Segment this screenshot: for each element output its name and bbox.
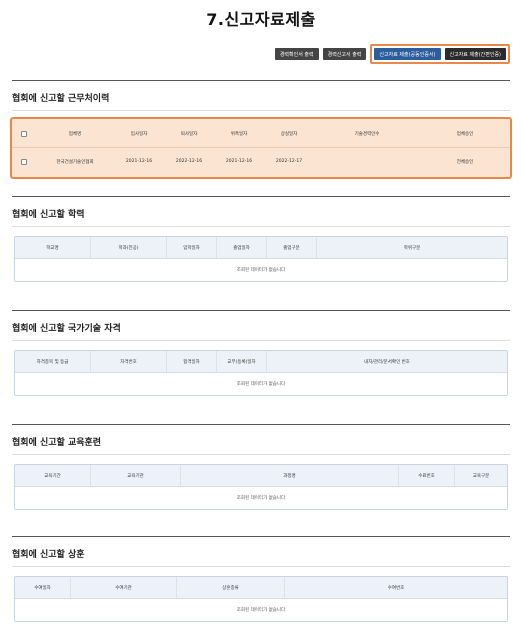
section-title: 협회에 신고할 상훈	[12, 550, 85, 560]
column-header: 교육기간	[15, 465, 91, 486]
appoint-date-cell: 2021-12-16	[225, 159, 253, 164]
column-header: 상훈종류	[177, 577, 285, 598]
column-header: 졸업구분	[267, 237, 317, 258]
column-header: 업체명	[68, 132, 82, 137]
column-header: 교육기관	[91, 465, 181, 486]
work-history-section: 협회에 신고할 근무처이력	[12, 80, 510, 111]
empty-message: 조회된 데이터가 없습니다	[15, 599, 507, 621]
row-select-cell	[12, 148, 36, 175]
empty-message: 조회된 데이터가 없습니다	[15, 373, 507, 395]
license-section: 협회에 신고할 국가기술 자격	[12, 310, 510, 341]
section-underline	[12, 226, 510, 227]
education-section: 협회에 신고할 학력	[12, 196, 510, 227]
section-underline	[12, 340, 510, 341]
select-all-cell	[12, 121, 36, 147]
leave-date-cell: 2022-12-16	[175, 159, 203, 164]
approval-cell: 전체승인	[456, 159, 474, 165]
career-print-button[interactable]: 경력확인서 출력	[274, 48, 319, 60]
company-cell: 한국건설기술인협회	[56, 159, 94, 165]
section-divider	[12, 80, 510, 81]
column-header: 입사일자	[130, 132, 148, 137]
submit-simple-button[interactable]: 신고자료 제출(간편인증)	[444, 48, 506, 60]
training-section: 협회에 신고할 교육훈련	[12, 424, 510, 455]
training-table: 교육기간 교육기관 과정명 수료번호 교육구분 조회된 데이터가 없습니다	[14, 464, 508, 510]
table-header: 교육기간 교육기관 과정명 수료번호 교육구분	[15, 465, 507, 487]
awards-section: 협회에 신고할 상훈	[12, 536, 510, 567]
section-title: 협회에 신고할 근무처이력	[12, 94, 110, 104]
row-checkbox[interactable]	[21, 158, 27, 165]
submit-cert-button[interactable]: 신고자료 제출(공동인증서)	[374, 48, 441, 60]
column-header: 내자/관리/문서확인 번호	[364, 359, 410, 365]
column-header: 교육구분	[472, 473, 490, 479]
page-title: 7.신고자료제출	[206, 10, 316, 29]
career-report-print-button[interactable]: 경력신고서 출력	[322, 48, 367, 60]
section-divider	[12, 196, 510, 197]
section-divider	[12, 310, 510, 311]
section-title: 협회에 신고할 교육훈련	[12, 438, 102, 448]
section-title: 협회에 신고할 국가기술 자격	[12, 324, 121, 334]
section-divider	[12, 536, 510, 537]
section-title: 협회에 신고할 학력	[12, 210, 85, 220]
column-header: 입학일자	[167, 237, 217, 258]
empty-message: 조회된 데이터가 없습니다	[15, 259, 507, 281]
column-header: 학과(전공)	[91, 237, 167, 258]
table-row[interactable]: 한국건설기술인협회 2021-12-16 2022-12-16 2021-12-…	[12, 148, 510, 175]
column-header: 자격번호	[91, 351, 167, 372]
column-header: 업체승인	[456, 132, 474, 137]
select-all-checkbox[interactable]	[21, 131, 27, 137]
table-header: 업체명 입사일자 퇴사일자 위촉일자 상실일자 기술경력인수 업체승인	[12, 121, 510, 148]
loss-date-cell: 2022-12-17	[275, 159, 303, 164]
column-header: 학위구분	[403, 245, 421, 251]
column-header: 자격종목 및 등급	[15, 351, 91, 372]
column-header: 합격일자	[167, 351, 217, 372]
career-cell	[314, 148, 420, 175]
column-header: 과정명	[181, 465, 399, 486]
work-history-table: 업체명 입사일자 퇴사일자 위촉일자 상실일자 기술경력인수 업체승인 한국건설…	[10, 117, 512, 179]
section-underline	[12, 110, 510, 111]
license-table: 자격종목 및 등급 자격번호 합격일자 교부(등록)일자 내자/관리/문서확인 …	[14, 350, 508, 396]
table-header: 학교명 학과(전공) 입학일자 졸업일자 졸업구분 학위구분	[15, 237, 507, 259]
column-header: 수여일자	[15, 577, 71, 598]
column-header: 퇴사일자	[180, 132, 198, 137]
column-header: 기술경력인수	[354, 132, 380, 137]
section-underline	[12, 566, 510, 567]
column-header: 졸업일자	[217, 237, 267, 258]
column-header: 수여번호	[387, 585, 405, 591]
submit-buttons-group: 신고자료 제출(공동인증서) 신고자료 제출(간편인증)	[370, 44, 510, 64]
empty-message: 조회된 데이터가 없습니다	[15, 487, 507, 509]
column-header: 수여기관	[71, 577, 177, 598]
table-header: 자격종목 및 등급 자격번호 합격일자 교부(등록)일자 내자/관리/문서확인 …	[15, 351, 507, 373]
education-table: 학교명 학과(전공) 입학일자 졸업일자 졸업구분 학위구분 조회된 데이터가 …	[14, 236, 508, 282]
awards-table: 수여일자 수여기관 상훈종류 수여번호 조회된 데이터가 없습니다	[14, 576, 508, 622]
column-header: 교부(등록)일자	[217, 351, 267, 372]
column-header: 학교명	[15, 237, 91, 258]
column-header: 상실일자	[280, 132, 298, 137]
table-header: 수여일자 수여기관 상훈종류 수여번호	[15, 577, 507, 599]
action-toolbar: 경력확인서 출력 경력신고서 출력 신고자료 제출(공동인증서) 신고자료 제출…	[274, 44, 510, 64]
column-header: 위촉일자	[230, 132, 248, 137]
join-date-cell: 2021-12-16	[125, 159, 153, 164]
section-divider	[12, 424, 510, 425]
column-header: 수료번호	[399, 465, 455, 486]
section-underline	[12, 454, 510, 455]
